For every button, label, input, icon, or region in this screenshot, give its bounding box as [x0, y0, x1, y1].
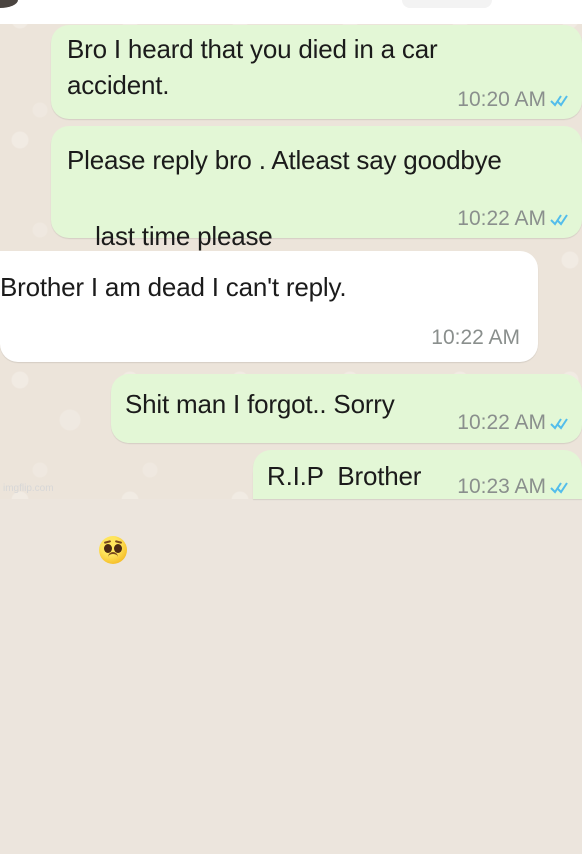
message-meta-4: 10:22 AM: [457, 412, 568, 433]
message-bubble-2[interactable]: Please reply bro . Atleast say goodbye l…: [51, 126, 582, 564]
double-check-icon: [550, 213, 568, 226]
message-time-5: 10:23 AM: [457, 475, 546, 498]
top-strip: [0, 0, 582, 24]
message-text-5: R.I.P Brother: [267, 461, 422, 491]
message-meta-3: 10:22 AM: [431, 327, 520, 348]
message-bubble-5[interactable]: R.I.P Brother 10:23 AM: [253, 450, 582, 499]
message-time-1: 10:20 AM: [457, 88, 546, 111]
message-time-4: 10:22 AM: [457, 411, 546, 434]
pleading-face-icon: [99, 536, 128, 564]
message-time-3: 10:22 AM: [431, 326, 520, 349]
message-text-2-line-1: Please reply bro . Atleast say goodbye: [67, 145, 502, 175]
message-time-2: 10:22 AM: [457, 207, 546, 230]
double-check-icon: [550, 94, 568, 107]
message-text-2-line-2: last time please: [95, 221, 273, 251]
message-meta-5: 10:23 AM: [457, 476, 568, 497]
message-bubble-1[interactable]: Bro I heard that you died in a car accid…: [51, 25, 582, 119]
avatar: [0, 0, 18, 8]
double-check-icon: [550, 481, 568, 494]
watermark: imgflip.com: [3, 483, 54, 494]
message-bubble-4[interactable]: Shit man I forgot.. Sorry 10:22 AM: [111, 374, 582, 443]
message-text-3: Brother I am dead I can't reply.: [0, 272, 347, 302]
message-text-4: Shit man I forgot.. Sorry: [125, 389, 395, 419]
message-meta-1: 10:20 AM: [457, 89, 568, 110]
top-pill: [402, 0, 492, 8]
message-meta-2: 10:22 AM: [457, 208, 568, 229]
message-bubble-3[interactable]: Brother I am dead I can't reply. 10:22 A…: [0, 251, 538, 362]
double-check-icon: [550, 417, 568, 430]
